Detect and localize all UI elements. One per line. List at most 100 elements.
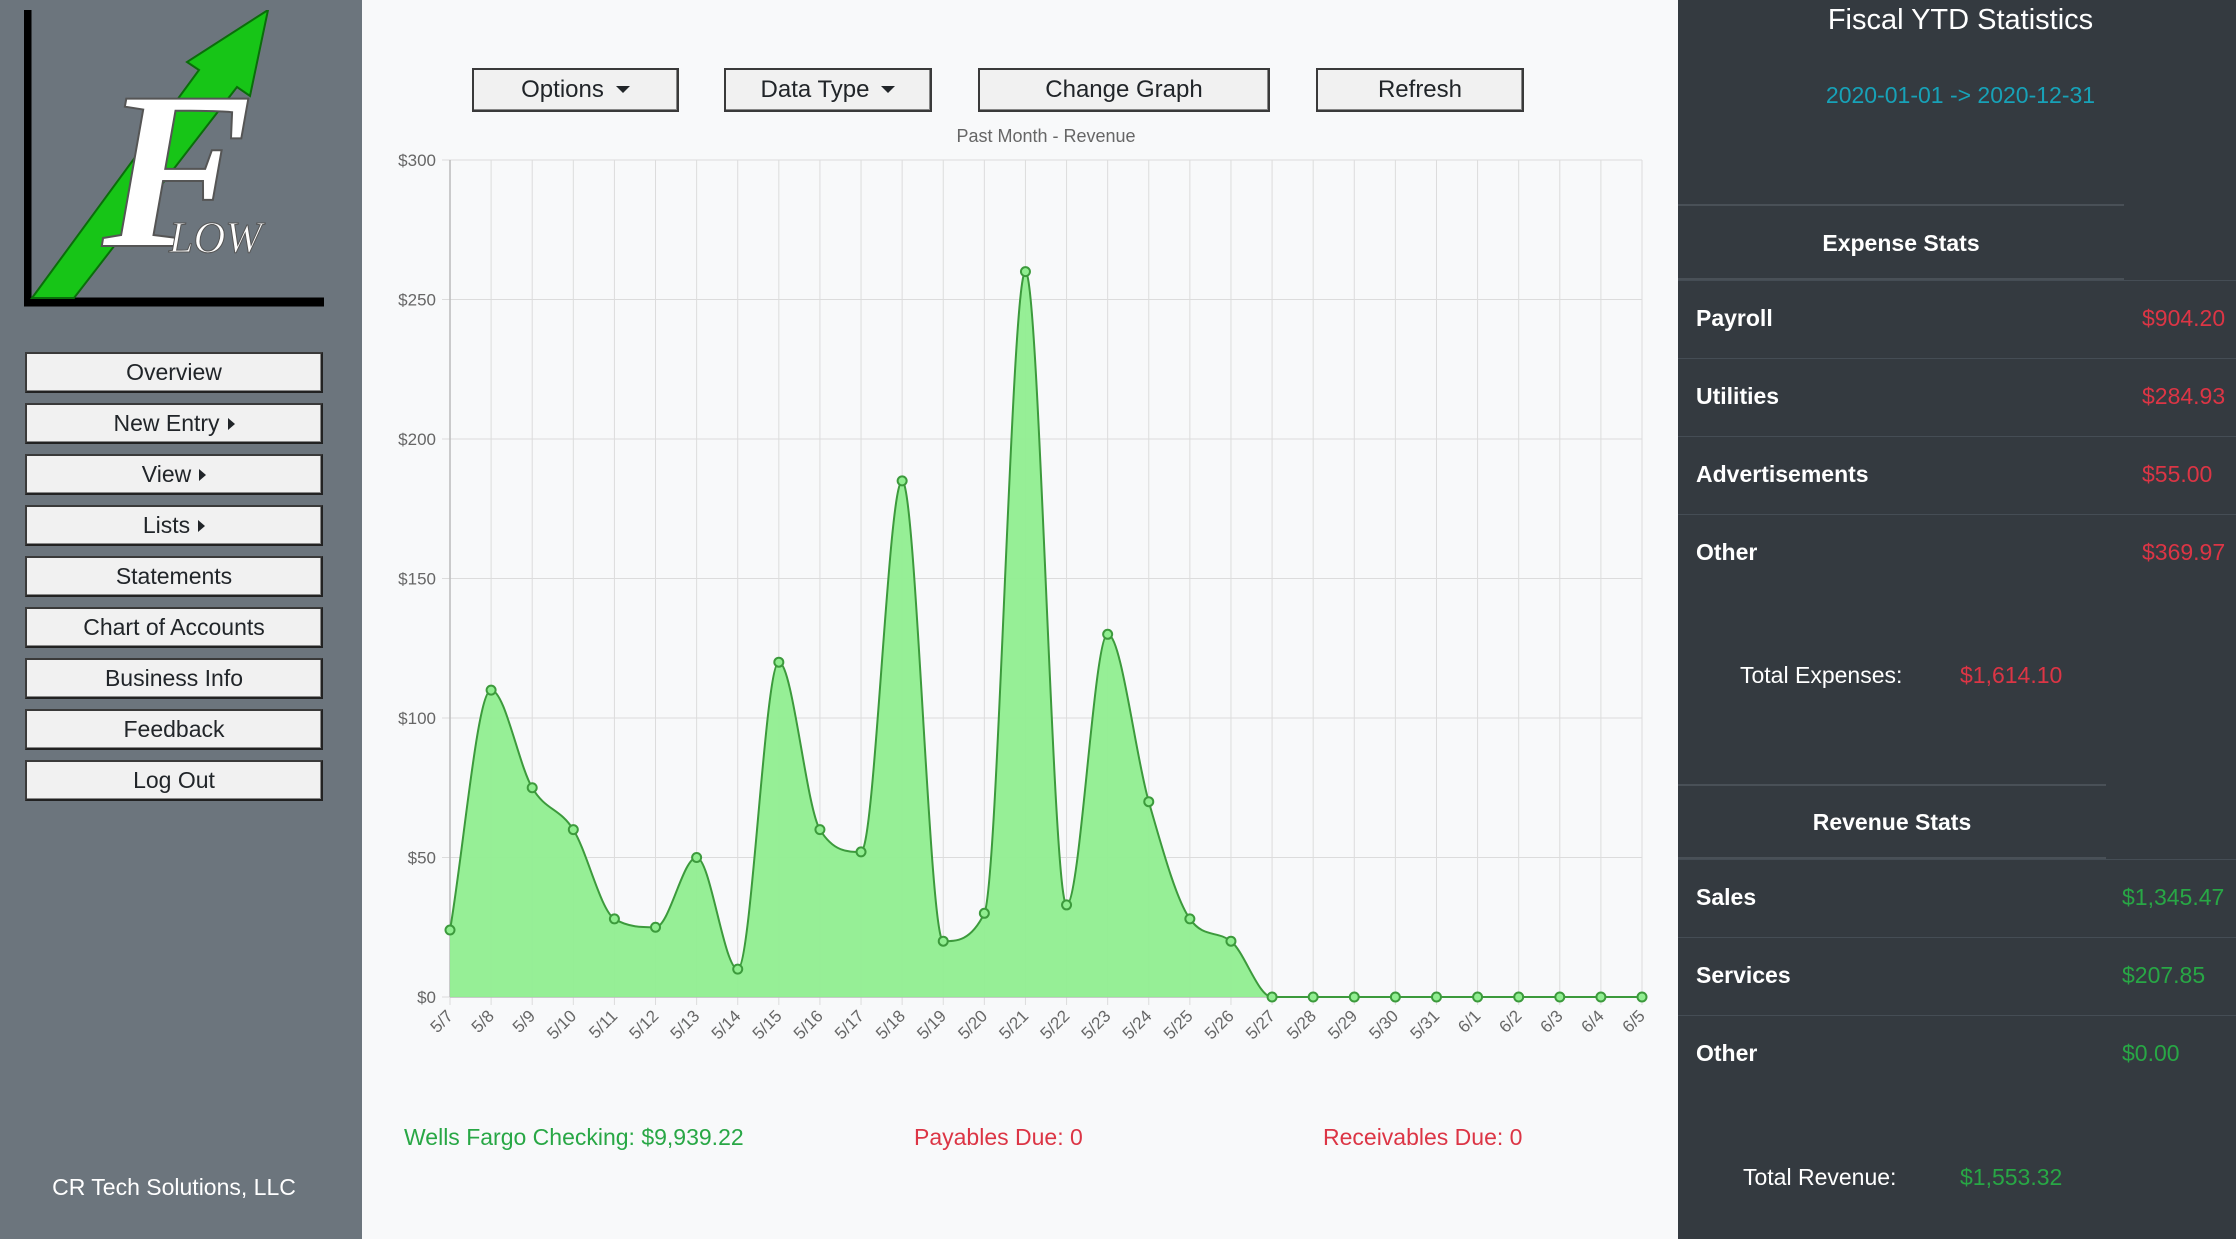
sidebar-item-log-out[interactable]: Log Out <box>25 760 323 801</box>
expense-row-payroll: Payroll $904.20 <box>1678 280 2236 358</box>
expense-row-utilities: Utilities $284.93 <box>1678 358 2236 436</box>
sidebar-item-label: Business Info <box>104 665 244 691</box>
expense-value: $55.00 <box>2142 461 2213 487</box>
chevron-down-icon <box>881 86 896 93</box>
data-point <box>1019 266 1031 278</box>
y-tick-label: $200 <box>398 430 436 449</box>
data-point <box>1307 991 1319 1003</box>
expense-value: $369.97 <box>2142 539 2226 565</box>
x-tick-label: 5/30 <box>1365 1006 1402 1043</box>
x-tick-label: 5/31 <box>1406 1006 1443 1043</box>
expense-label: Advertisements <box>1696 461 1869 487</box>
revenue-label: Other <box>1696 1040 1758 1066</box>
sidebar-item-new-entry[interactable]: New Entry <box>25 403 323 444</box>
sidebar-item-label: Chart of Accounts <box>83 614 265 640</box>
x-tick-label: 5/27 <box>1242 1006 1279 1043</box>
x-tick-label: 5/20 <box>954 1006 991 1043</box>
x-tick-label: 5/9 <box>509 1006 539 1036</box>
receivables-due: Receivables Due: 0 <box>1323 1124 1523 1150</box>
company-name: CR Tech Solutions, LLC <box>52 1174 296 1200</box>
x-tick-label: 5/19 <box>913 1006 950 1043</box>
data-point <box>1430 991 1442 1003</box>
y-tick-label: $0 <box>417 988 436 1007</box>
revenue-stats-title: Revenue Stats <box>1812 809 1972 835</box>
data-point <box>896 475 908 487</box>
x-tick-label: 5/16 <box>790 1006 827 1043</box>
data-point <box>444 924 456 936</box>
sidebar-item-label: View <box>141 461 192 487</box>
revenue-area-fill <box>450 271 1642 998</box>
expense-row-advertisements: Advertisements $55.00 <box>1678 436 2236 514</box>
options-dropdown[interactable]: Options <box>472 68 679 112</box>
total-revenue-label: Total Revenue: <box>1743 1164 1897 1190</box>
sidebar-item-label: Statements <box>115 563 233 589</box>
x-tick-label: 5/10 <box>543 1006 580 1043</box>
main-content: Options Data Type Change Graph Refresh P… <box>362 0 1678 1239</box>
revenue-row-sales: Sales $1,345.47 <box>1678 859 2236 937</box>
sidebar-item-statements[interactable]: Statements <box>25 556 323 597</box>
data-point <box>855 846 867 858</box>
flow-logo: F LOW <box>24 10 324 307</box>
expense-value: $284.93 <box>2142 383 2226 409</box>
expense-label: Payroll <box>1696 305 1773 331</box>
refresh-label: Refresh <box>1377 76 1463 103</box>
change-graph-button[interactable]: Change Graph <box>978 68 1270 112</box>
revenue-label: Services <box>1696 962 1791 988</box>
chart-title: Past Month - Revenue <box>956 126 1135 146</box>
sidebar-item-chart-of-accounts[interactable]: Chart of Accounts <box>25 607 323 648</box>
caret-right-icon <box>199 469 207 481</box>
revenue-chart: Past Month - Revenue $0 $50 $100 $150 $200 $25… <box>398 126 1649 1043</box>
y-tick-label: $250 <box>398 291 436 310</box>
x-tick-label: 5/17 <box>831 1006 868 1043</box>
data-point <box>1513 991 1525 1003</box>
stats-title: Fiscal YTD Statistics <box>1827 4 2094 36</box>
total-expenses-label: Total Expenses: <box>1740 662 1903 688</box>
options-label: Options <box>521 76 604 103</box>
sidebar-item-view[interactable]: View <box>25 454 323 495</box>
x-tick-label: 5/8 <box>468 1006 498 1036</box>
sidebar-item-lists[interactable]: Lists <box>25 505 323 546</box>
revenue-label: Sales <box>1696 884 1757 910</box>
x-tick-label: 5/23 <box>1078 1006 1115 1043</box>
sidebar-item-label: Feedback <box>123 716 225 742</box>
x-tick-label: 6/3 <box>1536 1006 1566 1036</box>
x-tick-label: 5/11 <box>585 1006 621 1042</box>
date-range: 2020-01-01 -> 2020-12-31 <box>1825 82 2096 108</box>
y-tick-label: $100 <box>398 709 436 728</box>
data-point <box>1636 991 1648 1003</box>
data-point <box>814 824 826 836</box>
data-point <box>650 921 662 933</box>
x-tick-label: 5/29 <box>1324 1006 1361 1043</box>
data-point <box>1184 913 1196 925</box>
x-tick-label: 5/14 <box>708 1006 745 1043</box>
sidebar-item-overview[interactable]: Overview <box>25 352 323 393</box>
sidebar-item-business-info[interactable]: Business Info <box>25 658 323 699</box>
data-type-label: Data Type <box>760 76 870 103</box>
total-expenses-value: $1,614.10 <box>1960 662 2063 688</box>
divider <box>1678 784 2106 786</box>
x-tick-label: 5/24 <box>1119 1006 1156 1043</box>
x-tick-label: 5/7 <box>427 1006 457 1036</box>
data-point <box>1225 935 1237 947</box>
data-point <box>937 935 949 947</box>
data-type-dropdown[interactable]: Data Type <box>724 68 932 112</box>
data-point <box>773 656 785 668</box>
sidebar-item-label: Overview <box>126 359 222 385</box>
expense-stats-title: Expense Stats <box>1822 230 1980 256</box>
y-tick-label: $50 <box>408 849 436 868</box>
sidebar-item-label: Lists <box>142 512 191 538</box>
sidebar-item-feedback[interactable]: Feedback <box>25 709 323 750</box>
refresh-button[interactable]: Refresh <box>1316 68 1524 112</box>
y-tick-label: $150 <box>398 570 436 589</box>
data-point <box>608 913 620 925</box>
change-graph-label: Change Graph <box>1045 76 1203 103</box>
data-point <box>567 824 579 836</box>
x-tick-label: 6/4 <box>1578 1006 1608 1036</box>
payables-due: Payables Due: 0 <box>914 1124 1083 1150</box>
data-point <box>732 963 744 975</box>
sidebar: F LOW Overview New Entry View Lists Stat… <box>0 0 362 1239</box>
data-point <box>1102 628 1114 640</box>
expense-label: Utilities <box>1696 383 1780 409</box>
expense-label: Other <box>1696 539 1758 565</box>
x-tick-label: 6/5 <box>1619 1006 1649 1036</box>
